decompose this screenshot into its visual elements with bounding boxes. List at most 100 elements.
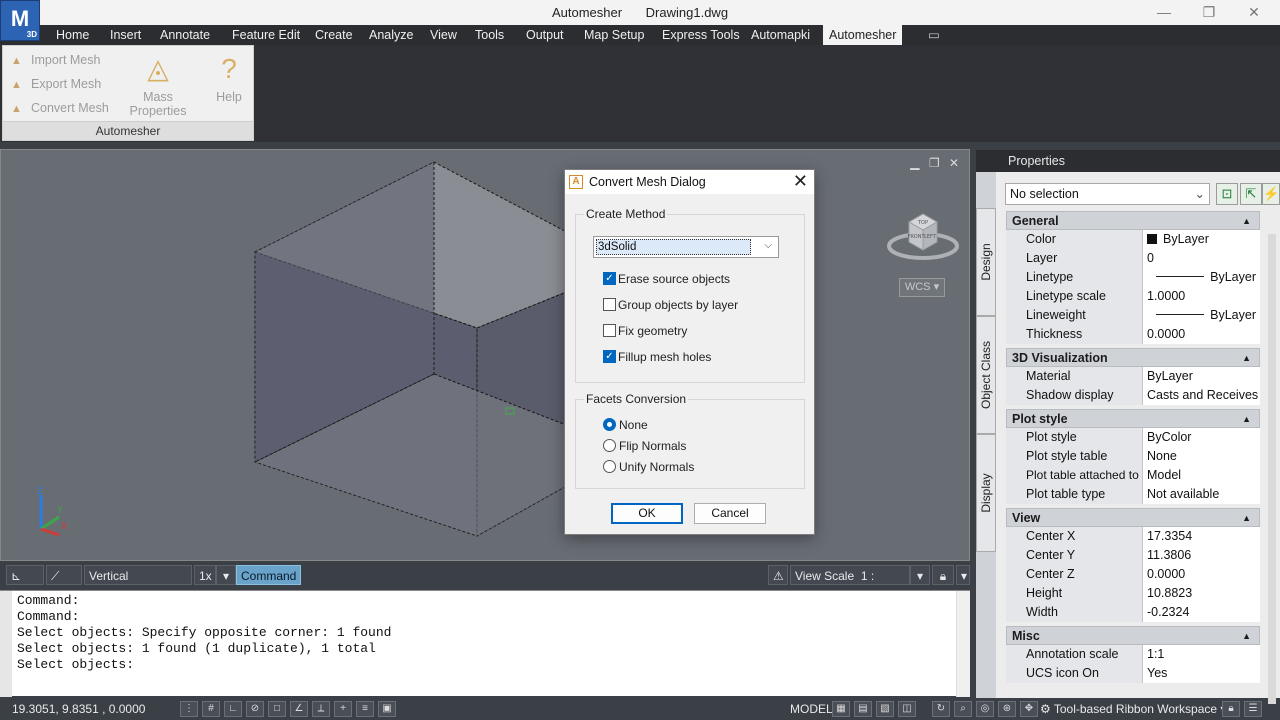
property-value[interactable]: 10.8823 xyxy=(1143,584,1260,603)
navigation-icon[interactable]: ↻ xyxy=(932,701,950,717)
import-mesh-button[interactable]: ▲ Import Mesh xyxy=(11,50,100,70)
property-row[interactable]: Lineweight ByLayer xyxy=(1006,306,1260,325)
chevron-down-icon[interactable]: ▾ xyxy=(910,565,930,585)
command-window[interactable]: Command: Command: Select objects: Specif… xyxy=(0,590,970,697)
tab-analyze[interactable]: Analyze xyxy=(363,25,419,45)
property-row[interactable]: Linetype ByLayer xyxy=(1006,268,1260,287)
property-row[interactable]: Center Z 0.0000 xyxy=(1006,565,1260,584)
section-view[interactable]: View ▲ xyxy=(1006,508,1260,527)
help-button[interactable]: ? Help xyxy=(211,52,247,104)
close-icon[interactable]: ✕ xyxy=(793,170,808,192)
property-value[interactable]: 0.0000 xyxy=(1143,325,1260,344)
tab-object-class[interactable]: Object Class xyxy=(976,316,996,434)
model-space-toggle[interactable]: MODEL xyxy=(790,701,833,717)
property-value[interactable]: ByLayer xyxy=(1143,306,1260,325)
property-row[interactable]: Color ByLayer xyxy=(1006,230,1260,249)
create-method-select[interactable]: 3dSolid ⌵ xyxy=(593,236,779,258)
property-value[interactable]: 17.3354 xyxy=(1143,527,1260,546)
workspace-switcher[interactable]: ⚙ Tool-based Ribbon Workspace ▾ xyxy=(1040,701,1226,717)
property-row[interactable]: Height 10.8823 xyxy=(1006,584,1260,603)
annotation-icon[interactable]: ▧ xyxy=(876,701,894,717)
tab-automesher[interactable]: Automesher xyxy=(823,25,903,45)
property-row[interactable]: Plot style ByColor xyxy=(1006,428,1260,447)
maximize-button[interactable]: ❐ xyxy=(1195,2,1223,22)
lineweight-icon[interactable]: ≡ xyxy=(356,701,374,717)
property-row[interactable]: Annotation scale 1:1 xyxy=(1006,645,1260,664)
section-3d-visualization[interactable]: 3D Visualization ▲ xyxy=(1006,348,1260,367)
property-row[interactable]: Width -0.2324 xyxy=(1006,603,1260,622)
grid-icon[interactable]: # xyxy=(202,701,220,717)
property-row[interactable]: Plot style table None xyxy=(1006,447,1260,466)
property-value[interactable]: ByLayer xyxy=(1143,230,1260,249)
customize-icon[interactable]: ☰ xyxy=(1244,701,1262,717)
tab-automapki[interactable]: Automapki xyxy=(745,25,816,45)
property-row[interactable]: Thickness 0.0000 xyxy=(1006,325,1260,344)
property-row[interactable]: UCS icon On Yes xyxy=(1006,664,1260,683)
view-scale-control[interactable]: View Scale 1 : 90.9753 xyxy=(790,565,910,603)
chevron-down-icon[interactable]: ▾ xyxy=(956,565,970,585)
3d-box-model[interactable] xyxy=(1,150,969,560)
pan-icon[interactable]: ✥ xyxy=(1020,701,1038,717)
viewcube[interactable]: TOP FRONT LEFT xyxy=(887,210,959,262)
viewport-restore-icon[interactable]: ❐ xyxy=(929,156,940,170)
workspace-layout-icon[interactable]: ◫ xyxy=(898,701,916,717)
property-row[interactable]: Linetype scale 1.0000 xyxy=(1006,287,1260,306)
section-general[interactable]: General ▲ xyxy=(1006,211,1260,230)
property-value[interactable]: -0.2324 xyxy=(1143,603,1260,622)
property-row[interactable]: Center X 17.3354 xyxy=(1006,527,1260,546)
vertical-exaggeration-value[interactable]: 1x xyxy=(194,565,216,585)
properties-scrollbar[interactable] xyxy=(1268,234,1276,704)
tab-output[interactable]: Output xyxy=(520,25,570,45)
section-plot-style[interactable]: Plot style ▲ xyxy=(1006,409,1260,428)
mass-properties-button[interactable]: ◬ Mass Properties xyxy=(115,52,201,118)
minimize-button[interactable]: — xyxy=(1150,2,1178,22)
viewport-icon[interactable]: ▤ xyxy=(854,701,872,717)
command-tab[interactable]: Command xyxy=(236,565,301,585)
command-scrollbar[interactable] xyxy=(956,591,970,697)
property-row[interactable]: Plot table attached to Model xyxy=(1006,466,1260,485)
orbit-icon[interactable]: ⊛ xyxy=(998,701,1016,717)
property-value[interactable]: ByColor xyxy=(1143,428,1260,447)
property-row[interactable]: Layer 0 xyxy=(1006,249,1260,268)
application-menu-button[interactable]: M 3D xyxy=(0,0,40,41)
polar-icon[interactable]: ⊘ xyxy=(246,701,264,717)
selection-cycling-icon[interactable]: ▣ xyxy=(378,701,396,717)
selection-dropdown[interactable]: No selection ⌄ xyxy=(1005,183,1210,205)
property-value[interactable]: 1.0000 xyxy=(1143,287,1260,306)
command-input[interactable]: Select objects: xyxy=(17,657,134,672)
ribbon-toggle-icon[interactable]: ▭ xyxy=(922,25,946,45)
tab-create[interactable]: Create xyxy=(309,25,359,45)
wcs-menu[interactable]: WCS ▾ xyxy=(899,278,945,297)
snap-icon[interactable]: ⋮ xyxy=(180,701,198,717)
property-value[interactable]: 11.3806 xyxy=(1143,546,1260,565)
close-button[interactable]: ✕ xyxy=(1240,2,1268,22)
lock-icon[interactable]: 🔒︎ xyxy=(932,565,954,585)
lock-icon[interactable]: 🔒︎ xyxy=(1222,701,1240,717)
tab-home[interactable]: Home xyxy=(50,25,95,45)
tab-map-setup[interactable]: Map Setup xyxy=(578,25,650,45)
property-row[interactable]: Material ByLayer xyxy=(1006,367,1260,386)
convert-mesh-button[interactable]: ▲ Convert Mesh xyxy=(11,98,109,118)
property-row[interactable]: Shadow display Casts and Receives ... xyxy=(1006,386,1260,405)
dialog-title-bar[interactable]: A Convert Mesh Dialog ✕ xyxy=(565,170,814,194)
steering-wheel-icon[interactable]: ◎ xyxy=(976,701,994,717)
ok-button[interactable]: OK xyxy=(611,503,683,524)
property-value[interactable]: ByLayer xyxy=(1143,367,1260,386)
property-value[interactable]: Yes xyxy=(1143,664,1260,683)
property-value[interactable]: Casts and Receives ... xyxy=(1143,386,1260,405)
property-value[interactable]: 1:1 xyxy=(1143,645,1260,664)
property-value[interactable]: 0.0000 xyxy=(1143,565,1260,584)
drawing-viewport[interactable]: ▁ ❐ ✕ TOP FRONT LEFT WCS ▾ Z Y X xyxy=(0,149,970,561)
properties-title[interactable]: Properties xyxy=(976,150,1280,172)
dynamic-input-icon[interactable]: + xyxy=(334,701,352,717)
tab-express-tools[interactable]: Express Tools xyxy=(656,25,746,45)
layout-icon[interactable]: ▦ xyxy=(832,701,850,717)
chevron-down-icon[interactable]: ▾ xyxy=(216,565,236,585)
tab-display[interactable]: Display xyxy=(976,434,996,552)
mode-2d-button[interactable]: ⊾ 2D xyxy=(6,565,44,603)
section-misc[interactable]: Misc ▲ xyxy=(1006,626,1260,645)
toggle-pickadd-icon[interactable]: ⊡ xyxy=(1216,183,1238,205)
tab-view[interactable]: View xyxy=(424,25,463,45)
viewport-close-icon[interactable]: ✕ xyxy=(949,156,959,170)
property-value[interactable]: None xyxy=(1143,447,1260,466)
